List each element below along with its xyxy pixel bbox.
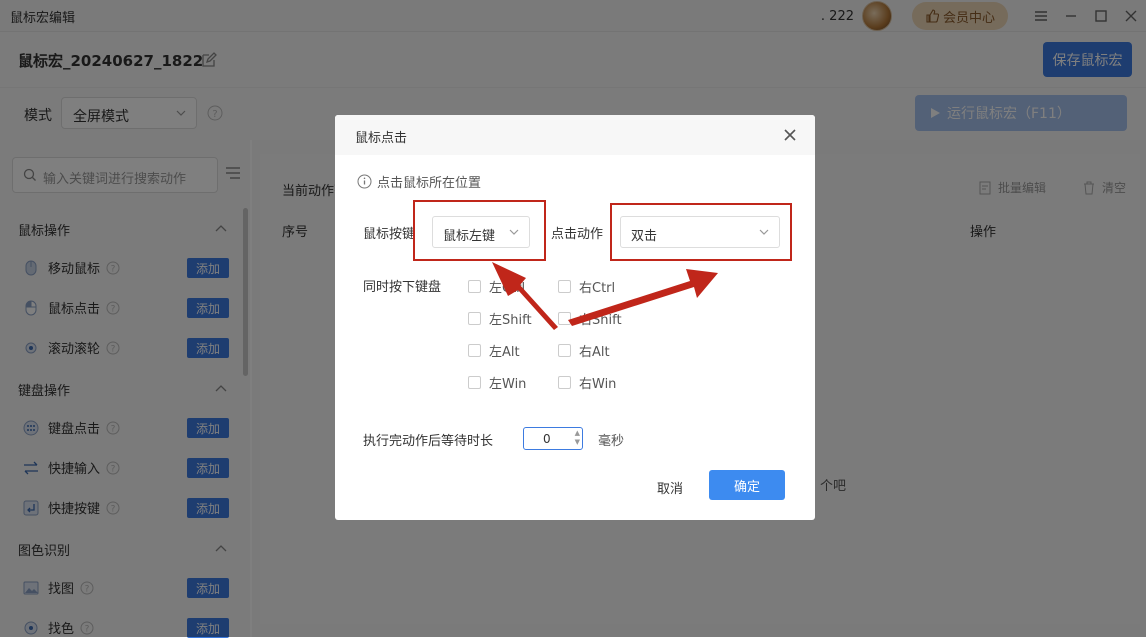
- checkbox-box[interactable]: [468, 280, 481, 293]
- checkbox-left-shift[interactable]: 左Shift: [468, 309, 532, 328]
- wait-duration-value: 0: [543, 432, 551, 446]
- mouse-button-label: 鼠标按键: [363, 227, 416, 242]
- checkbox-right-win[interactable]: 右Win: [558, 373, 616, 392]
- wait-duration-input[interactable]: 0 ▲ ▼: [523, 427, 583, 450]
- annotation-highlight-box: [610, 203, 792, 261]
- checkbox-label: 左Ctrl: [489, 281, 526, 296]
- checkbox-box[interactable]: [558, 344, 571, 357]
- checkbox-box[interactable]: [468, 312, 481, 325]
- wait-unit: 毫秒: [598, 434, 625, 449]
- click-action-label: 点击动作: [551, 227, 604, 242]
- cancel-button[interactable]: 取消: [657, 478, 683, 497]
- checkbox-left-ctrl[interactable]: 左Ctrl: [468, 277, 525, 296]
- checkbox-label: 左Win: [489, 377, 527, 392]
- checkbox-label: 右Shift: [579, 313, 622, 328]
- spinner-icon[interactable]: ▲ ▼: [575, 429, 580, 447]
- checkbox-right-ctrl[interactable]: 右Ctrl: [558, 277, 615, 296]
- keys-label: 同时按下键盘: [363, 280, 442, 295]
- checkbox-box[interactable]: [558, 376, 571, 389]
- info-text: 点击鼠标所在位置: [377, 176, 482, 191]
- close-icon[interactable]: [783, 128, 797, 142]
- ok-button[interactable]: 确定: [709, 470, 785, 500]
- dialog-title: 鼠标点击: [355, 131, 408, 146]
- dialog-header: 鼠标点击: [335, 115, 815, 155]
- checkbox-label: 右Ctrl: [579, 281, 616, 296]
- checkbox-box[interactable]: [468, 344, 481, 357]
- checkbox-label: 右Win: [579, 377, 617, 392]
- checkbox-left-win[interactable]: 左Win: [468, 373, 526, 392]
- checkbox-box[interactable]: [468, 376, 481, 389]
- info-icon: [357, 174, 372, 189]
- annotation-highlight-box: [413, 200, 546, 261]
- checkbox-box[interactable]: [558, 312, 571, 325]
- checkbox-label: 右Alt: [579, 345, 610, 360]
- checkbox-right-alt[interactable]: 右Alt: [558, 341, 610, 360]
- dialog-info: 点击鼠标所在位置: [357, 172, 481, 191]
- checkbox-label: 左Shift: [489, 313, 532, 328]
- checkbox-left-alt[interactable]: 左Alt: [468, 341, 520, 360]
- mouse-click-dialog: 鼠标点击 点击鼠标所在位置 鼠标按键 鼠标左键 点击动作 双击 同时按下键盘 左…: [335, 115, 815, 520]
- checkbox-box[interactable]: [558, 280, 571, 293]
- wait-label: 执行完动作后等待时长: [363, 434, 494, 449]
- checkbox-right-shift[interactable]: 右Shift: [558, 309, 622, 328]
- checkbox-label: 左Alt: [489, 345, 520, 360]
